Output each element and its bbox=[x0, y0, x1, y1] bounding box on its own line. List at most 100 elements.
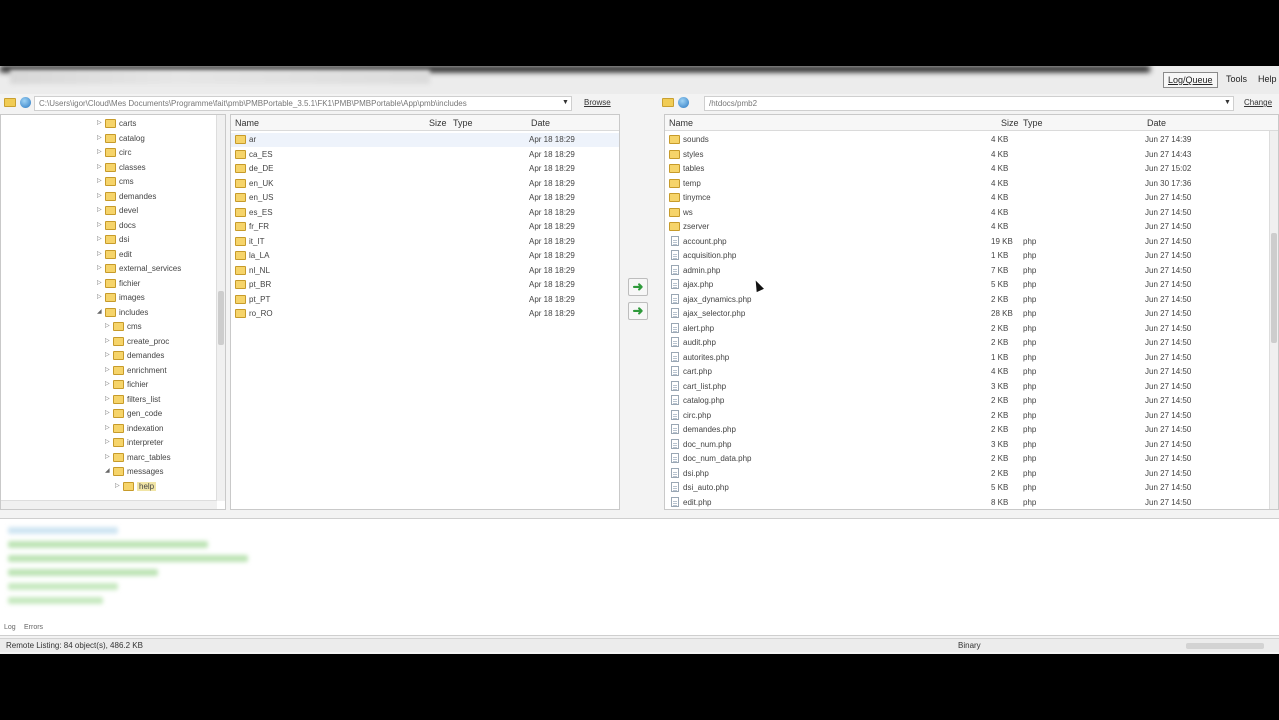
expand-arrow-icon[interactable]: ▷ bbox=[97, 264, 102, 271]
file-size: 2 KB bbox=[991, 396, 1009, 405]
expand-arrow-icon[interactable]: ▷ bbox=[97, 192, 102, 199]
file-row[interactable]: styles 4 KB Jun 27 14:43 bbox=[665, 148, 1278, 162]
file-row[interactable]: demandes.php 2 KB php Jun 27 14:50 bbox=[665, 423, 1278, 437]
col-name[interactable]: Name bbox=[669, 118, 693, 128]
file-row[interactable]: account.php 19 KB php Jun 27 14:50 bbox=[665, 235, 1278, 249]
file-row[interactable]: circ.php 2 KB php Jun 27 14:50 bbox=[665, 409, 1278, 423]
chevron-down-icon[interactable]: ▼ bbox=[1224, 99, 1231, 106]
tree-scrollbar[interactable] bbox=[216, 115, 225, 501]
download-arrow-button[interactable]: ➜ bbox=[628, 302, 648, 320]
col-date[interactable]: Date bbox=[1147, 118, 1166, 128]
file-row[interactable]: doc_num_data.php 2 KB php Jun 27 14:50 bbox=[665, 452, 1278, 466]
file-row[interactable]: autorites.php 1 KB php Jun 27 14:50 bbox=[665, 351, 1278, 365]
expand-arrow-icon[interactable]: ▷ bbox=[97, 148, 102, 155]
upload-arrow-button[interactable]: ➜ bbox=[628, 278, 648, 296]
col-type[interactable]: Type bbox=[1023, 118, 1043, 128]
file-row[interactable]: temp 4 KB Jun 30 17:36 bbox=[665, 177, 1278, 191]
expand-arrow-icon[interactable]: ▷ bbox=[97, 163, 102, 170]
chevron-down-icon[interactable]: ▼ bbox=[562, 99, 569, 106]
file-row[interactable]: en_UK Apr 18 18:29 bbox=[231, 177, 619, 191]
expand-arrow-icon[interactable]: ▷ bbox=[105, 424, 110, 431]
file-row[interactable]: pt_PT Apr 18 18:29 bbox=[231, 293, 619, 307]
tree-item-label: fichier bbox=[127, 380, 149, 389]
col-size[interactable]: Size bbox=[1001, 118, 1019, 128]
file-row[interactable]: audit.php 2 KB php Jun 27 14:50 bbox=[665, 336, 1278, 350]
file-row[interactable]: dsi_auto.php 5 KB php Jun 27 14:50 bbox=[665, 481, 1278, 495]
expand-arrow-icon[interactable]: ▷ bbox=[97, 293, 102, 300]
tree-horizontal-scrollbar[interactable] bbox=[1, 500, 217, 509]
php-file-icon bbox=[671, 308, 679, 318]
file-row[interactable]: acquisition.php 1 KB php Jun 27 14:50 bbox=[665, 249, 1278, 263]
file-row[interactable]: admin.php 7 KB php Jun 27 14:50 bbox=[665, 264, 1278, 278]
expand-arrow-icon[interactable]: ◢ bbox=[105, 467, 110, 474]
expand-arrow-icon[interactable]: ▷ bbox=[97, 279, 102, 286]
change-button[interactable]: Change bbox=[1244, 96, 1272, 111]
folder-icon bbox=[105, 148, 116, 157]
remote-path-input[interactable]: /htdocs/pmb2 bbox=[704, 96, 1234, 111]
local-path-input[interactable]: C:\Users\igor\Cloud\Mes Documents\Progra… bbox=[34, 96, 572, 111]
col-type[interactable]: Type bbox=[453, 118, 473, 128]
file-row[interactable]: tables 4 KB Jun 27 15:02 bbox=[665, 162, 1278, 176]
file-row[interactable]: cart.php 4 KB php Jun 27 14:50 bbox=[665, 365, 1278, 379]
file-row[interactable]: cart_list.php 3 KB php Jun 27 14:50 bbox=[665, 380, 1278, 394]
file-date: Jun 27 14:50 bbox=[1145, 410, 1192, 420]
expand-arrow-icon[interactable]: ▷ bbox=[97, 177, 102, 184]
expand-arrow-icon[interactable]: ▷ bbox=[105, 380, 110, 387]
tools-menu[interactable]: Tools bbox=[1222, 72, 1251, 88]
file-row[interactable]: edit.php 8 KB php Jun 27 14:50 bbox=[665, 496, 1278, 510]
remote-scrollbar[interactable] bbox=[1269, 131, 1278, 509]
expand-arrow-icon[interactable]: ▷ bbox=[97, 221, 102, 228]
col-date[interactable]: Date bbox=[531, 118, 550, 128]
expand-arrow-icon[interactable]: ▷ bbox=[105, 453, 110, 460]
tab-log[interactable]: Log bbox=[4, 624, 16, 631]
expand-arrow-icon[interactable]: ▷ bbox=[105, 438, 110, 445]
file-date: Jun 27 14:50 bbox=[1145, 236, 1192, 246]
expand-arrow-icon[interactable]: ▷ bbox=[105, 366, 110, 373]
file-row[interactable]: ar Apr 18 18:29 bbox=[231, 133, 619, 148]
expand-arrow-icon[interactable]: ▷ bbox=[105, 337, 110, 344]
expand-arrow-icon[interactable]: ▷ bbox=[97, 235, 102, 242]
folder-icon bbox=[113, 365, 124, 375]
tree-item-label: fichier bbox=[119, 278, 141, 288]
file-row[interactable]: ajax_selector.php 28 KB php Jun 27 14:50 bbox=[665, 307, 1278, 321]
file-row[interactable]: zserver 4 KB Jun 27 14:50 bbox=[665, 220, 1278, 234]
help-menu[interactable]: Help bbox=[1254, 72, 1279, 88]
expand-arrow-icon[interactable]: ◢ bbox=[97, 308, 102, 315]
file-row[interactable]: alert.php 2 KB php Jun 27 14:50 bbox=[665, 322, 1278, 336]
expand-arrow-icon[interactable]: ▷ bbox=[105, 409, 110, 416]
file-row[interactable]: en_US Apr 18 18:29 bbox=[231, 191, 619, 205]
expand-arrow-icon[interactable]: ▷ bbox=[97, 206, 102, 213]
file-date: Apr 18 18:29 bbox=[529, 236, 575, 246]
col-size[interactable]: Size bbox=[429, 118, 447, 128]
expand-arrow-icon[interactable]: ▷ bbox=[105, 395, 110, 402]
file-row[interactable]: nl_NL Apr 18 18:29 bbox=[231, 264, 619, 278]
folder-icon bbox=[669, 207, 680, 217]
file-row[interactable]: sounds 4 KB Jun 27 14:39 bbox=[665, 133, 1278, 147]
browse-button[interactable]: Browse bbox=[584, 96, 611, 111]
file-row[interactable]: doc_num.php 3 KB php Jun 27 14:50 bbox=[665, 438, 1278, 452]
log-queue-button[interactable]: Log/Queue bbox=[1163, 72, 1218, 88]
file-row[interactable]: es_ES Apr 18 18:29 bbox=[231, 206, 619, 220]
file-row[interactable]: ws 4 KB Jun 27 14:50 bbox=[665, 206, 1278, 220]
expand-arrow-icon[interactable]: ▷ bbox=[97, 119, 102, 126]
tab-errors[interactable]: Errors bbox=[24, 624, 43, 631]
folder-icon bbox=[113, 423, 124, 433]
file-row[interactable]: ro_RO Apr 18 18:29 bbox=[231, 307, 619, 321]
folder-icon bbox=[105, 133, 116, 143]
file-row[interactable]: fr_FR Apr 18 18:29 bbox=[231, 220, 619, 234]
expand-arrow-icon[interactable]: ▷ bbox=[115, 482, 120, 489]
file-row[interactable]: ca_ES Apr 18 18:29 bbox=[231, 148, 619, 162]
file-row[interactable]: de_DE Apr 18 18:29 bbox=[231, 162, 619, 176]
file-row[interactable]: la_LA Apr 18 18:29 bbox=[231, 249, 619, 263]
file-row[interactable]: tinymce 4 KB Jun 27 14:50 bbox=[665, 191, 1278, 205]
file-row[interactable]: ajax_dynamics.php 2 KB php Jun 27 14:50 bbox=[665, 293, 1278, 307]
file-row[interactable]: catalog.php 2 KB php Jun 27 14:50 bbox=[665, 394, 1278, 408]
expand-arrow-icon[interactable]: ▷ bbox=[105, 351, 110, 358]
file-row[interactable]: pt_BR Apr 18 18:29 bbox=[231, 278, 619, 292]
expand-arrow-icon[interactable]: ▷ bbox=[97, 134, 102, 141]
expand-arrow-icon[interactable]: ▷ bbox=[105, 322, 110, 329]
file-row[interactable]: dsi.php 2 KB php Jun 27 14:50 bbox=[665, 467, 1278, 481]
col-name[interactable]: Name bbox=[235, 118, 259, 128]
expand-arrow-icon[interactable]: ▷ bbox=[97, 250, 102, 257]
file-row[interactable]: it_IT Apr 18 18:29 bbox=[231, 235, 619, 249]
